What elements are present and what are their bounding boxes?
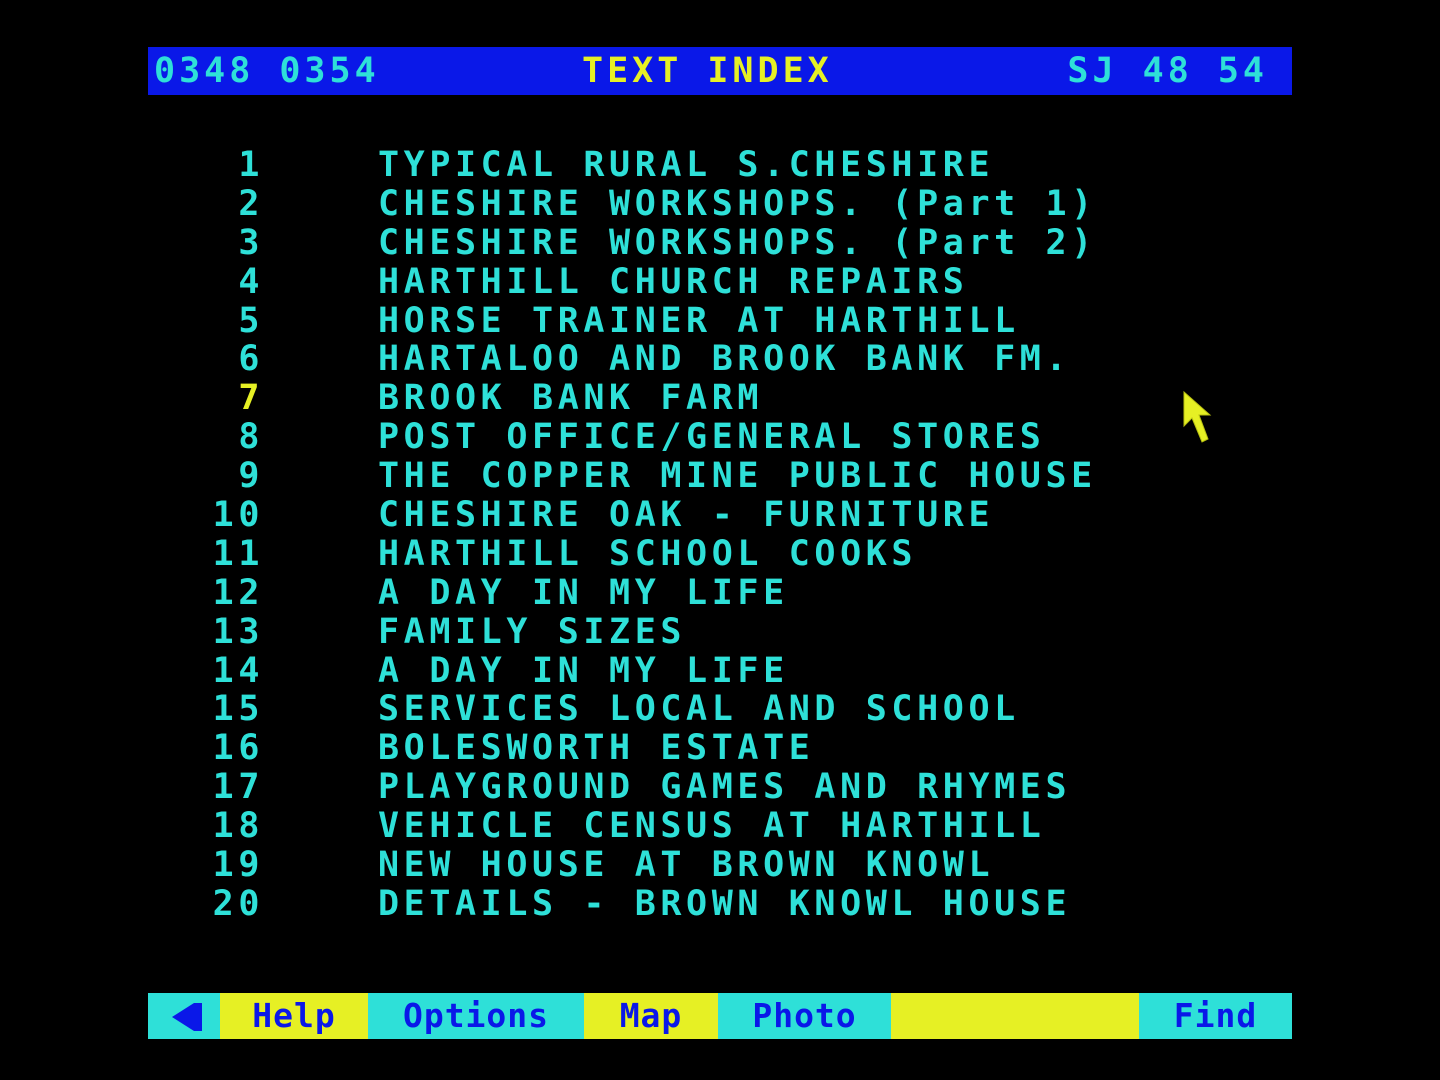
index-item-title: HARTHILL SCHOOL COOKS (378, 533, 918, 574)
index-item-title: TYPICAL RURAL S.CHESHIRE (378, 145, 995, 185)
index-item-9[interactable]: 9 THE COPPER MINE PUBLIC HOUSE (0, 457, 1440, 496)
index-item-5[interactable]: 5 HORSE TRAINER AT HARTHILL (0, 300, 1440, 341)
index-item-number: 11 (212, 533, 264, 574)
index-item-number: 2 (238, 183, 264, 224)
photo-button[interactable]: Photo (718, 993, 891, 1039)
index-item-14[interactable]: 14 A DAY IN MY LIFE (0, 650, 1440, 691)
header-bar: 0348 0354 TEXT INDEX SJ 48 54 (148, 47, 1292, 95)
map-button[interactable]: Map (584, 993, 718, 1039)
index-item-3[interactable]: 3 CHESHIRE WORKSHOPS. (Part 2) (0, 222, 1440, 263)
index-item-number: 6 (238, 339, 264, 380)
page-title: TEXT INDEX (582, 51, 833, 91)
index-item-11[interactable]: 11 HARTHILL SCHOOL COOKS (0, 535, 1440, 574)
index-item-2[interactable]: 2 CHESHIRE WORKSHOPS. (Part 1) (0, 183, 1440, 224)
index-item-title: HARTALOO AND BROOK BANK FM. (378, 339, 1072, 380)
index-item-18[interactable]: 18 VEHICLE CENSUS AT HARTHILL (0, 807, 1440, 846)
index-item-7[interactable]: 7 BROOK BANK FARM (0, 379, 1440, 418)
index-item-title: CHESHIRE WORKSHOPS. (Part 2) (378, 222, 1097, 263)
index-item-12[interactable]: 12 A DAY IN MY LIFE (0, 572, 1440, 613)
index-item-title: DETAILS - BROWN KNOWL HOUSE (378, 883, 1072, 924)
index-item-number: 3 (238, 222, 264, 263)
index-item-17[interactable]: 17 PLAYGROUND GAMES AND RHYMES (0, 768, 1440, 807)
index-item-title: NEW HOUSE AT BROWN KNOWL (378, 845, 995, 886)
index-item-number: 16 (212, 728, 264, 769)
index-item-number: 8 (238, 417, 264, 458)
index-item-number: 19 (212, 845, 264, 886)
header-codes: 0348 0354 (154, 51, 380, 91)
index-item-number: 17 (212, 767, 264, 808)
index-item-13[interactable]: 13 FAMILY SIZES (0, 611, 1440, 652)
index-item-number: 12 (212, 572, 264, 613)
index-item-number: 9 (238, 456, 264, 497)
index-item-title: HORSE TRAINER AT HARTHILL (378, 300, 1020, 341)
header-grid-ref: SJ 48 54 (1067, 51, 1268, 91)
blank-button[interactable] (891, 993, 1139, 1039)
text-index-list: 1 TYPICAL RURAL S.CHESHIRE 2 CHESHIRE WORK… (0, 146, 1440, 924)
index-item-title: SERVICES LOCAL AND SCHOOL (378, 689, 1020, 730)
index-item-4[interactable]: 4 HARTHILL CHURCH REPAIRS (0, 261, 1440, 302)
index-item-number: 20 (212, 883, 264, 924)
mouse-pointer-icon (1183, 390, 1212, 443)
index-item-6[interactable]: 6 HARTALOO AND BROOK BANK FM. (0, 340, 1440, 379)
index-item-1[interactable]: 1 TYPICAL RURAL S.CHESHIRE (0, 146, 1440, 185)
index-item-title: FAMILY SIZES (378, 611, 687, 652)
index-item-number: 10 (212, 495, 264, 536)
help-button[interactable]: Help (220, 993, 368, 1039)
index-item-15[interactable]: 15 SERVICES LOCAL AND SCHOOL (0, 690, 1440, 729)
index-item-16[interactable]: 16 BOLESWORTH ESTATE (0, 729, 1440, 768)
index-item-19[interactable]: 19 NEW HOUSE AT BROWN KNOWL (0, 846, 1440, 885)
left-arrow-icon (172, 1003, 202, 1031)
back-button[interactable] (148, 993, 220, 1039)
index-item-title: HARTHILL CHURCH REPAIRS (378, 261, 969, 302)
index-item-10[interactable]: 10 CHESHIRE OAK - FURNITURE (0, 496, 1440, 535)
index-item-number: 13 (212, 611, 264, 652)
footer-toolbar: Help Options Map Photo Find (148, 993, 1292, 1039)
index-item-title: POST OFFICE/GENERAL STORES (378, 417, 1046, 458)
index-item-8[interactable]: 8 POST OFFICE/GENERAL STORES (0, 418, 1440, 457)
index-item-number: 18 (212, 806, 264, 847)
find-button[interactable]: Find (1139, 993, 1292, 1039)
index-item-number: 5 (238, 300, 264, 341)
index-item-title: THE COPPER MINE PUBLIC HOUSE (378, 456, 1097, 497)
index-item-title: BOLESWORTH ESTATE (378, 728, 815, 769)
options-button[interactable]: Options (368, 993, 584, 1039)
index-item-title: PLAYGROUND GAMES AND RHYMES (378, 767, 1072, 808)
index-item-number-selected: 7 (238, 378, 264, 419)
index-item-title: A DAY IN MY LIFE (378, 572, 789, 613)
index-item-title: A DAY IN MY LIFE (378, 650, 789, 691)
index-item-number: 1 (238, 145, 264, 185)
index-item-title: BROOK BANK FARM (378, 378, 764, 419)
index-item-number: 15 (212, 689, 264, 730)
index-item-number: 14 (212, 650, 264, 691)
index-item-title: CHESHIRE OAK - FURNITURE (378, 495, 995, 536)
index-item-number: 4 (238, 261, 264, 302)
index-item-20[interactable]: 20 DETAILS - BROWN KNOWL HOUSE (0, 885, 1440, 924)
index-item-title: CHESHIRE WORKSHOPS. (Part 1) (378, 183, 1097, 224)
index-item-title: VEHICLE CENSUS AT HARTHILL (378, 806, 1046, 847)
